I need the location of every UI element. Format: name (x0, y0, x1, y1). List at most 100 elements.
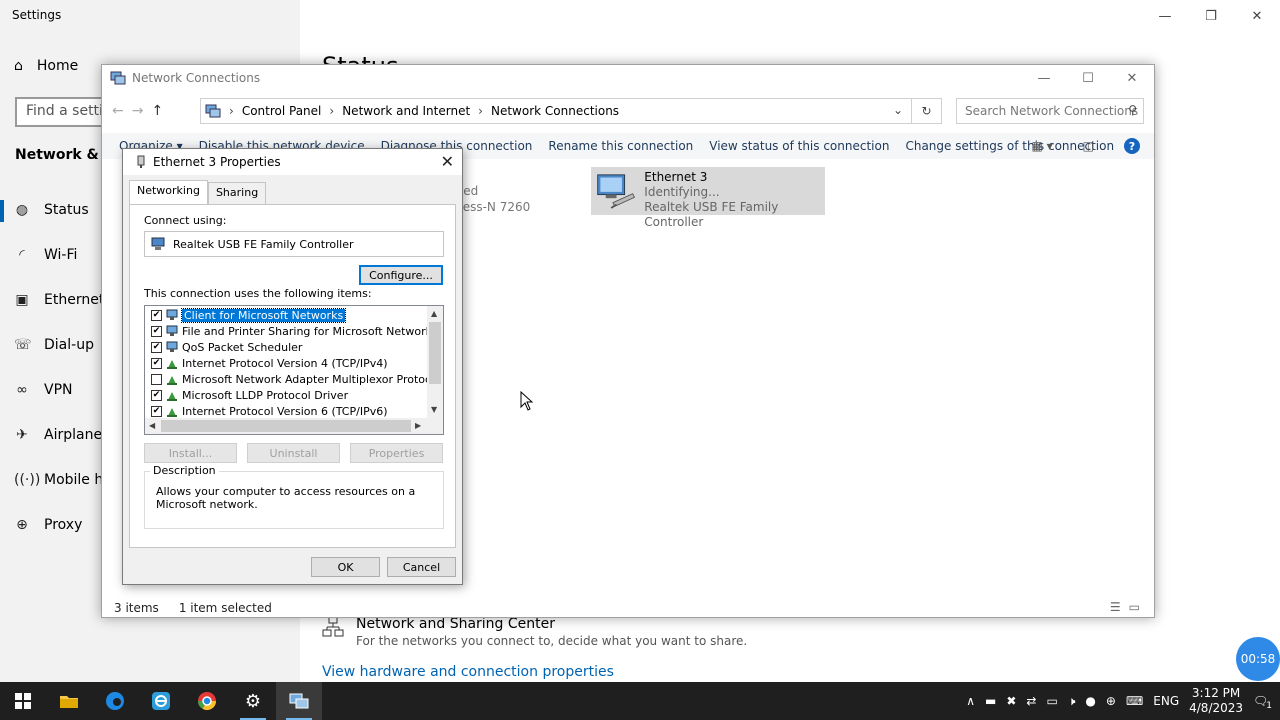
sidebar-item-proxy[interactable]: ⊕ Proxy (14, 517, 82, 533)
address-row: ← → ↑ › Control Panel › Network and Inte… (102, 95, 1154, 127)
large-icons-view-icon[interactable]: ▭ (1129, 600, 1140, 614)
checkbox[interactable] (151, 373, 162, 385)
globe-icon[interactable]: ⊕ (1106, 694, 1116, 708)
checkbox[interactable]: ✔ (151, 341, 162, 353)
address-bar[interactable]: › Control Panel › Network and Internet ›… (200, 98, 912, 124)
tab-networking[interactable]: Networking (129, 180, 208, 204)
chrome-button[interactable] (184, 682, 230, 720)
clock[interactable]: 3:12 PM 4/8/2023 (1189, 686, 1243, 716)
horizontal-scrollbar[interactable]: ◀ ▶ (145, 418, 443, 434)
network-connections-taskbar-button[interactable] (276, 682, 322, 720)
checkbox[interactable]: ✔ (151, 389, 162, 401)
network-error-icon[interactable]: ✖ (1006, 694, 1016, 708)
sidebar-item-status[interactable]: ◍ Status (14, 202, 89, 218)
vertical-scrollbar[interactable]: ▲ ▼ (427, 306, 443, 418)
scroll-up-icon[interactable]: ▲ (431, 309, 437, 318)
rename-button[interactable]: Rename this connection (548, 139, 693, 153)
list-item[interactable]: ✔ Internet Protocol Version 4 (TCP/IPv4) (151, 355, 388, 371)
network-connections-icon (289, 693, 309, 709)
sidebar-item-vpn[interactable]: ∞ VPN (14, 382, 72, 398)
scroll-thumb[interactable] (161, 420, 411, 432)
cancel-button[interactable]: Cancel (387, 557, 456, 577)
uninstall-button[interactable]: Uninstall (247, 443, 340, 463)
dialog-tabs: Networking Sharing (129, 180, 267, 204)
language-indicator[interactable]: ENG (1153, 694, 1179, 708)
wifi-icon: ◜ (19, 247, 25, 263)
breadcrumb-network-internet[interactable]: Network and Internet (342, 104, 470, 118)
protocol-icon (167, 376, 177, 385)
restore-icon[interactable]: ❐ (1188, 0, 1234, 32)
taskbar: ⚙ ∧ ▬ ✖ ⇄ ▭ 🕨 ● ⊕ ⌨ ENG 3:12 PM 4/8/2023… (0, 682, 1280, 720)
home-nav[interactable]: ⌂ Home (14, 58, 78, 74)
status-bar: 3 items 1 item selected (114, 601, 272, 615)
chevron-down-icon[interactable]: ⌄ (893, 103, 903, 117)
list-item[interactable]: ✔ Internet Protocol Version 6 (TCP/IPv6) (151, 403, 388, 419)
search-input[interactable]: Search Network Connections ⚲ (956, 98, 1144, 124)
file-explorer-button[interactable] (46, 682, 92, 720)
breadcrumb-network-connections[interactable]: Network Connections (491, 104, 619, 118)
view-status-button[interactable]: View status of this connection (709, 139, 889, 153)
scroll-thumb[interactable] (429, 322, 441, 384)
help-icon[interactable]: ? (1124, 138, 1140, 154)
list-item[interactable]: Microsoft Network Adapter Multiplexor Pr… (151, 371, 441, 387)
tray-app-icon[interactable]: ▬ (985, 694, 996, 708)
wifi-connection-partial[interactable]: cted eless-N 7260 (452, 183, 530, 215)
checkbox[interactable]: ✔ (151, 325, 162, 337)
close-icon[interactable]: ✕ (1234, 0, 1280, 32)
refresh-icon: ↻ (921, 104, 932, 118)
forward-arrow-icon[interactable]: → (132, 103, 144, 119)
app-button[interactable] (138, 682, 184, 720)
properties-button[interactable]: Properties (350, 443, 443, 463)
install-button[interactable]: Install... (144, 443, 237, 463)
protocol-icon (167, 408, 177, 417)
list-item[interactable]: ✔ File and Printer Sharing for Microsoft… (151, 323, 438, 339)
chevron-up-icon[interactable]: ∧ (966, 694, 975, 708)
scroll-right-icon[interactable]: ▶ (415, 421, 421, 430)
sidebar-item-wifi[interactable]: ◜ Wi-Fi (14, 247, 77, 263)
checkbox[interactable]: ✔ (151, 309, 162, 321)
breadcrumb-control-panel[interactable]: Control Panel (242, 104, 322, 118)
scroll-down-icon[interactable]: ▼ (431, 405, 437, 414)
selected-count: 1 item selected (178, 601, 272, 615)
nsc-title: Network and Sharing Center (356, 616, 556, 632)
settings-taskbar-button[interactable]: ⚙ (230, 682, 276, 720)
up-arrow-icon[interactable]: ↑ (151, 103, 163, 119)
configure-button[interactable]: Configure... (359, 265, 443, 285)
minimize-icon[interactable]: — (1022, 65, 1066, 91)
minimize-icon[interactable]: — (1142, 0, 1188, 32)
nc-title: Network Connections (132, 71, 261, 85)
maximize-icon[interactable]: ☐ (1066, 65, 1110, 91)
edge-button[interactable] (92, 682, 138, 720)
view-hardware-link[interactable]: View hardware and connection properties (322, 664, 614, 680)
keyboard-icon[interactable]: ⌨ (1126, 694, 1143, 708)
tab-sharing[interactable]: Sharing (207, 182, 267, 204)
start-button[interactable] (0, 682, 46, 720)
sidebar-item-dialup[interactable]: ☏ Dial-up (14, 337, 94, 353)
ok-button[interactable]: OK (311, 557, 380, 577)
list-item[interactable]: ✔ Microsoft LLDP Protocol Driver (151, 387, 348, 403)
folder-icon (60, 696, 78, 708)
close-icon[interactable]: ✕ (441, 152, 454, 171)
checkbox[interactable]: ✔ (151, 405, 162, 417)
sidebar-item-ethernet[interactable]: ▣ Ethernet (14, 292, 104, 308)
volume-muted-icon[interactable]: 🕨 (1068, 694, 1076, 709)
connect-using-label: Connect using: (144, 214, 227, 227)
details-view-icon[interactable]: ☰ (1110, 600, 1121, 614)
scroll-left-icon[interactable]: ◀ (149, 421, 155, 430)
network-sharing-center-link[interactable]: Network and Sharing Center For the netwo… (322, 616, 747, 648)
sync-icon[interactable]: ⇄ (1026, 694, 1036, 708)
list-item[interactable]: ✔ QoS Packet Scheduler (151, 339, 302, 355)
ethernet-icon: ▣ (15, 292, 29, 308)
protocol-icon (167, 392, 177, 401)
microphone-icon[interactable]: ● (1085, 694, 1095, 708)
preview-pane-icon[interactable]: ◫ (1083, 139, 1094, 153)
back-arrow-icon[interactable]: ← (112, 103, 124, 119)
list-item[interactable]: ✔ Client for Microsoft Networks (151, 307, 347, 323)
checkbox[interactable]: ✔ (151, 357, 162, 369)
close-icon[interactable]: ✕ (1110, 65, 1154, 91)
ethernet3-connection-item[interactable]: Ethernet 3 Identifying... Realtek USB FE… (591, 167, 825, 229)
view-options-icon[interactable]: ▦ ▾ (1031, 139, 1052, 153)
refresh-button[interactable]: ↻ (912, 98, 942, 124)
battery-icon[interactable]: ▭ (1046, 694, 1057, 708)
view-controls: ▦ ▾ ◫ ? (1015, 138, 1140, 154)
